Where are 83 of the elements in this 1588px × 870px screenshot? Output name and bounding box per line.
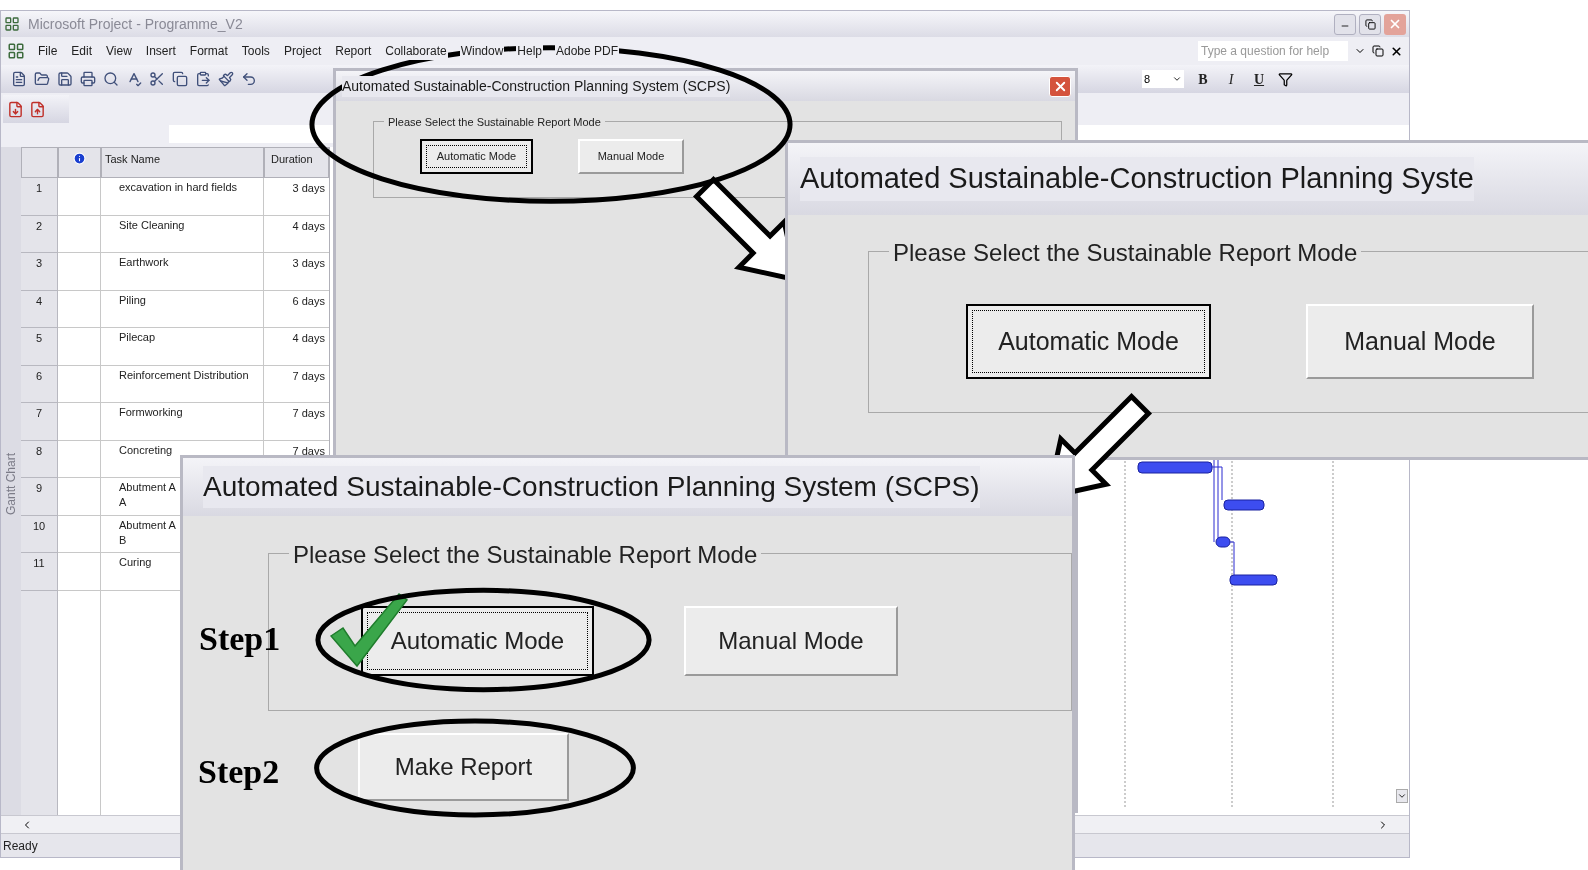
menu-item[interactable]: Help [516, 42, 543, 60]
restore-icon [1364, 18, 1376, 30]
table-cell: Formworking [119, 406, 183, 418]
row-number: 3 [21, 253, 58, 291]
window-title: Microsoft Project - Programme_V2 [28, 14, 243, 34]
app-icon [7, 42, 25, 60]
new-document-icon[interactable] [11, 71, 27, 87]
status-text: Ready [3, 837, 38, 855]
table-cell: Site Cleaning [119, 218, 185, 231]
scroll-down-icon[interactable] [1397, 791, 1407, 801]
mode-button[interactable]: Automatic Mode [361, 606, 594, 676]
format-button[interactable]: B [1194, 68, 1212, 90]
table-cell: Earthwork [119, 256, 169, 268]
table-cell: 6 days [292, 294, 325, 307]
table-cell: Curing [119, 556, 152, 568]
table-cell: Piling [119, 293, 146, 306]
minimize-button[interactable] [1334, 13, 1356, 35]
pdf-icon[interactable] [29, 100, 46, 118]
step-label: Step2 [198, 752, 280, 792]
row-number: 4 [21, 290, 58, 328]
gantt-connector [1229, 541, 1235, 576]
paintbrush-icon[interactable] [218, 71, 234, 87]
dialog-title: Automated Sustainable-Construction Planning System (SCPS) [342, 75, 731, 97]
table-cell: 7 days [292, 369, 325, 382]
pdf-icon[interactable] [7, 100, 24, 118]
scissors-icon[interactable] [149, 71, 165, 87]
close-button[interactable] [1049, 75, 1071, 97]
close-icon [1388, 17, 1402, 31]
gantt-bar [1223, 499, 1265, 511]
table-cell: 3 days [292, 182, 325, 194]
mode-button[interactable]: Manual Mode [1306, 304, 1534, 379]
dropdown-icon [1172, 74, 1182, 84]
font-size-field[interactable]: 8 [1142, 70, 1184, 88]
open-folder-icon[interactable] [34, 71, 50, 87]
filter-icon[interactable] [1278, 71, 1293, 87]
gantt-bar [1215, 536, 1231, 548]
table-cell: 7 days [292, 444, 325, 457]
row-number: 5 [21, 328, 58, 366]
row-number: 10 [21, 515, 58, 553]
print-preview-icon[interactable] [103, 71, 119, 87]
row-number: 6 [21, 365, 58, 403]
table-cell: 3 days [292, 257, 325, 269]
mode-button[interactable]: Manual Mode [578, 139, 684, 174]
row-number: 11 [21, 553, 58, 591]
save-icon[interactable] [57, 71, 73, 87]
dialog-title: Automated Sustainable-Construction Planning System (SCPS) [203, 466, 980, 508]
restore-icon[interactable] [1372, 45, 1384, 57]
paste-icon[interactable] [195, 71, 211, 87]
mode-button[interactable]: Manual Mode [684, 606, 898, 676]
format-button[interactable]: U [1250, 68, 1268, 90]
format-button[interactable]: I [1222, 68, 1240, 90]
table-cell: Abutment A B [119, 518, 176, 546]
table-cell: Reinforcement Distribution [119, 368, 249, 381]
mode-button[interactable]: Automatic Mode [420, 139, 533, 174]
app-icon [4, 16, 20, 32]
row-number: 7 [21, 403, 58, 441]
table-cell: Abutment A A [119, 481, 176, 508]
step-label: Step1 [199, 619, 281, 659]
spell-check-icon[interactable] [126, 71, 142, 87]
row-number: 9 [21, 478, 58, 516]
copy-icon[interactable] [172, 71, 188, 87]
row-number: 2 [21, 215, 58, 253]
info-icon [73, 152, 86, 165]
table-cell: 7 days [292, 407, 325, 419]
table-cell: 4 days [292, 219, 325, 232]
restore-button[interactable] [1359, 13, 1381, 35]
header-cell: Duration [264, 147, 329, 178]
undo-icon[interactable] [241, 71, 257, 87]
table-cell: Concreting [119, 443, 173, 456]
dialog-title: Automated Sustainable-Construction Planning Syste [800, 157, 1474, 201]
close-icon[interactable] [1390, 44, 1403, 58]
row-number: 8 [21, 440, 58, 478]
table-cell: excavation in hard fields [119, 181, 237, 193]
header-cell: Task Name [101, 147, 264, 178]
gantt-bar [1229, 574, 1278, 586]
row-number: 1 [21, 178, 58, 216]
table-cell: 4 days [292, 332, 325, 344]
mode-button[interactable]: Automatic Mode [966, 304, 1211, 379]
printer-icon[interactable] [80, 71, 96, 87]
view-label: Gantt Chart [3, 452, 19, 515]
make-report-button[interactable]: Make Report [358, 733, 569, 801]
help-search-field[interactable]: Type a question for help [1198, 41, 1348, 61]
table-cell: Pilecap [119, 331, 156, 343]
